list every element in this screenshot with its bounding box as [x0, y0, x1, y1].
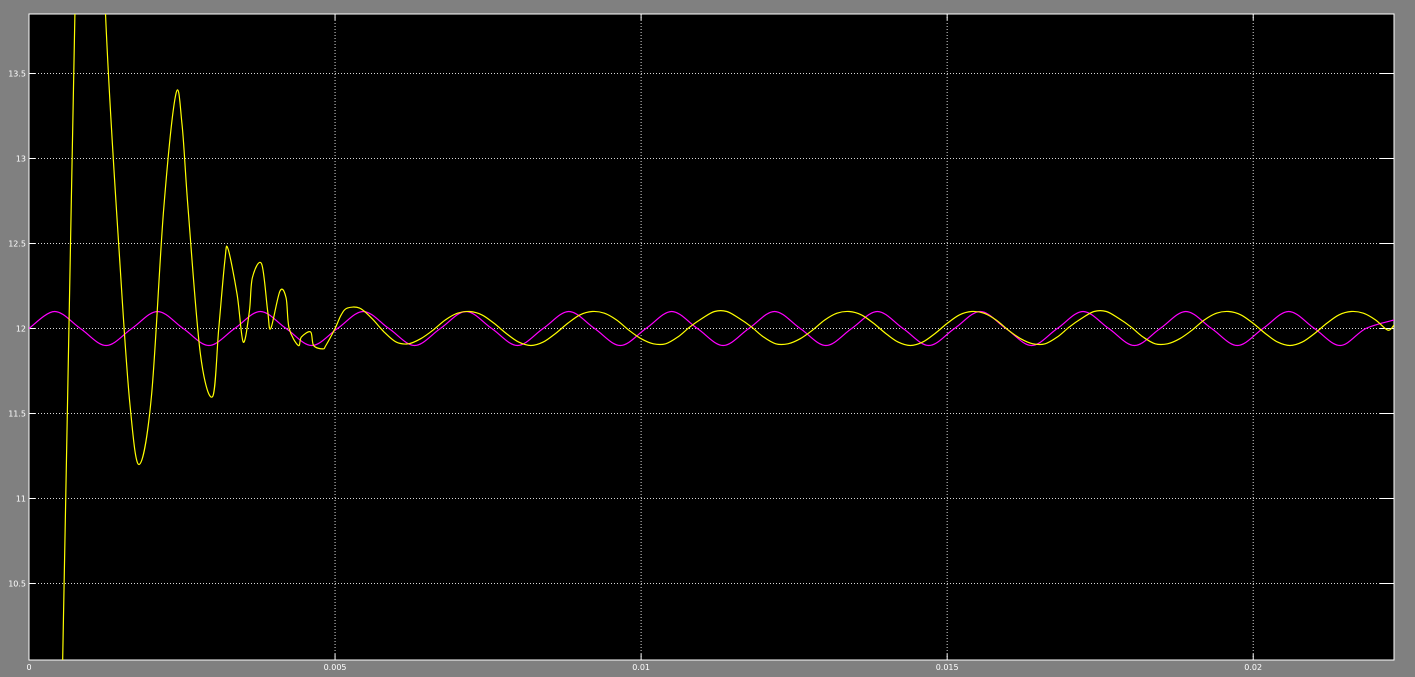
y-tick-label: 11.5 [8, 410, 26, 419]
x-tick-label: 0.015 [936, 663, 959, 672]
y-tick-label: 13.5 [8, 70, 26, 79]
y-tick-label: 13 [16, 155, 26, 164]
y-tick-label: 12.5 [8, 240, 26, 249]
y-tick-label: 10.5 [8, 580, 26, 589]
y-tick-label: 11 [16, 495, 26, 504]
x-tick-label: 0 [26, 663, 31, 672]
y-tick-label: 12 [16, 325, 26, 334]
scope-chart: 0 0.005 0.01 0.015 0.02 10.5 11 11.5 12 12.5 13 13.… [8, 13, 1395, 672]
x-tick-label: 0.02 [1244, 663, 1262, 672]
scope-window: 0 0.005 0.01 0.015 0.02 10.5 11 11.5 12 12.5 13 13.… [0, 0, 1415, 677]
x-tick-label: 0.005 [324, 663, 347, 672]
plot-area [28, 13, 1395, 661]
x-tick-label: 0.01 [632, 663, 650, 672]
